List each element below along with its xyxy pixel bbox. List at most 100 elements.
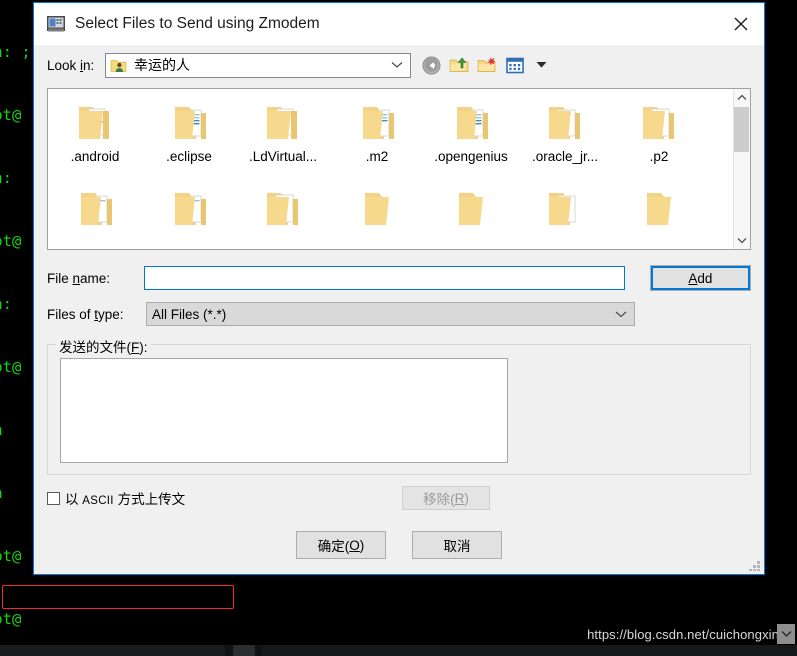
folder-icon — [541, 187, 589, 231]
list-item[interactable] — [424, 181, 518, 249]
file-row: .android .eclipse .LdVirtual... .m2 .ope… — [48, 95, 733, 181]
lookin-accel: i — [80, 57, 84, 73]
file-list-scrollbar[interactable] — [733, 89, 750, 249]
folder-icon — [447, 101, 495, 145]
list-item[interactable] — [48, 181, 142, 249]
list-item[interactable]: .oracle_jr... — [518, 95, 612, 181]
folder-icon — [259, 187, 307, 231]
filename-row: File name: Add — [47, 265, 751, 291]
resize-grip[interactable] — [748, 558, 761, 571]
remove-label-pre: 移除( — [423, 492, 455, 507]
list-item[interactable] — [236, 181, 330, 249]
watermark-text: https://blog.csdn.net/cuichongxin — [587, 627, 779, 642]
list-item[interactable]: .m2 — [330, 95, 424, 181]
remove-button[interactable]: 移除(R) — [402, 486, 490, 510]
folder-icon — [635, 187, 683, 231]
close-icon[interactable] — [718, 3, 764, 45]
add-button-accel: A — [688, 270, 698, 286]
folder-icon — [71, 187, 119, 231]
taskbar-segment — [0, 645, 225, 656]
lookin-combobox[interactable]: 幸运的人 — [105, 52, 411, 78]
groupbox-accel: F — [131, 340, 140, 355]
groupbox-title: 发送的文件(F): — [56, 336, 151, 356]
list-item[interactable]: .opengenius — [424, 95, 518, 181]
folder-icon — [165, 101, 213, 145]
create-new-folder-icon[interactable] — [476, 54, 498, 76]
dialog-title: Select Files to Send using Zmodem — [75, 15, 320, 32]
filename-label-post: ame: — [80, 270, 111, 286]
groupbox-title-pre: 发送的文件( — [59, 340, 131, 355]
ascii-label-post: 方式上传文 — [113, 492, 186, 507]
dialog-body: Look in: 幸运的人 .android .eclipse .LdVirtu… — [34, 45, 764, 574]
list-item[interactable]: .LdVirtual... — [236, 95, 330, 181]
send-files-listbox[interactable] — [60, 358, 508, 463]
ok-label-post: ) — [359, 537, 365, 553]
cancel-button[interactable]: 取消 — [412, 531, 502, 559]
back-arrow-icon[interactable] — [420, 54, 442, 76]
chevron-down-icon[interactable] — [615, 307, 627, 322]
dialog-buttons: 确定(O) 取消 — [47, 531, 751, 559]
taskbar — [0, 645, 797, 656]
ok-button[interactable]: 确定(O) — [296, 531, 386, 559]
ok-accel: O — [349, 537, 360, 553]
list-item[interactable] — [142, 181, 236, 249]
zmodem-app-icon — [46, 14, 66, 34]
file-list[interactable]: .android .eclipse .LdVirtual... .m2 .ope… — [48, 89, 733, 249]
filetype-row: Files of type: All Files (*.*) — [47, 302, 751, 326]
ascii-label-pre: 以 — [65, 492, 83, 507]
terminal-scroll-down-arrow[interactable] — [777, 624, 795, 644]
checkbox-box[interactable] — [47, 491, 60, 505]
ascii-checkbox[interactable]: 以 ASCII 方式上传文 — [47, 488, 185, 508]
list-item[interactable] — [330, 181, 424, 249]
scrollbar-thumb[interactable] — [734, 107, 749, 152]
chevron-down-icon[interactable] — [391, 56, 403, 74]
filename-input[interactable] — [144, 266, 625, 290]
scroll-up-arrow-icon[interactable] — [734, 89, 751, 106]
view-menu-icon[interactable] — [504, 54, 526, 76]
scroll-down-arrow-icon[interactable] — [734, 232, 751, 249]
file-name-label: .m2 — [365, 149, 389, 164]
add-button[interactable]: Add — [649, 265, 751, 291]
folder-icon — [165, 187, 213, 231]
chevron-down-icon[interactable] — [530, 54, 552, 76]
lookin-label: Look in: — [47, 57, 95, 73]
ascii-label-mid: ASCII — [82, 495, 114, 507]
up-one-level-icon[interactable] — [448, 54, 470, 76]
remove-label-post: ) — [464, 490, 469, 506]
list-item[interactable]: .eclipse — [142, 95, 236, 181]
list-item[interactable]: .android — [48, 95, 142, 181]
filetype-label: Files of type: — [47, 307, 146, 322]
lookin-value: 幸运的人 — [134, 57, 190, 73]
ascii-checkbox-label: 以 ASCII 方式上传文 — [65, 488, 185, 508]
folder-icon — [259, 101, 307, 145]
folder-icon — [71, 101, 119, 145]
file-name-label: .android — [70, 149, 120, 164]
ok-label-pre: 确定( — [317, 539, 350, 554]
list-item[interactable]: .p2 — [612, 95, 706, 181]
taskbar-segment — [262, 645, 797, 656]
select-files-dialog: Select Files to Send using Zmodem Look i… — [33, 2, 765, 575]
folder-icon — [541, 101, 589, 145]
file-name-label: .oracle_jr... — [531, 149, 599, 164]
file-name-label: .eclipse — [166, 149, 212, 164]
dialog-titlebar[interactable]: Select Files to Send using Zmodem — [34, 3, 764, 45]
lookin-row: Look in: 幸运的人 — [47, 51, 751, 79]
filetype-combobox[interactable]: All Files (*.*) — [146, 302, 635, 326]
screen: sh: ; oot@ sh: oot@ sh: oot@ an in oot@ … — [0, 0, 797, 656]
folder-icon — [353, 187, 401, 231]
add-button-label: dd — [697, 270, 713, 286]
list-item[interactable] — [612, 181, 706, 249]
groupbox-title-post: ): — [139, 340, 148, 355]
user-folder-icon — [110, 58, 127, 73]
file-name-label: .LdVirtual... — [248, 149, 318, 164]
filename-accel: n — [72, 270, 81, 286]
folder-icon — [353, 101, 401, 145]
send-files-groupbox: 发送的文件(F): — [47, 336, 751, 475]
file-list-panel[interactable]: .android .eclipse .LdVirtual... .m2 .ope… — [47, 88, 751, 250]
list-item[interactable] — [518, 181, 612, 249]
file-name-label: .opengenius — [434, 149, 508, 164]
remove-accel: R — [454, 490, 465, 506]
file-row-partial — [48, 181, 733, 249]
filename-label: File name: — [47, 271, 144, 286]
options-row: 以 ASCII 方式上传文 移除(R) — [47, 486, 751, 510]
